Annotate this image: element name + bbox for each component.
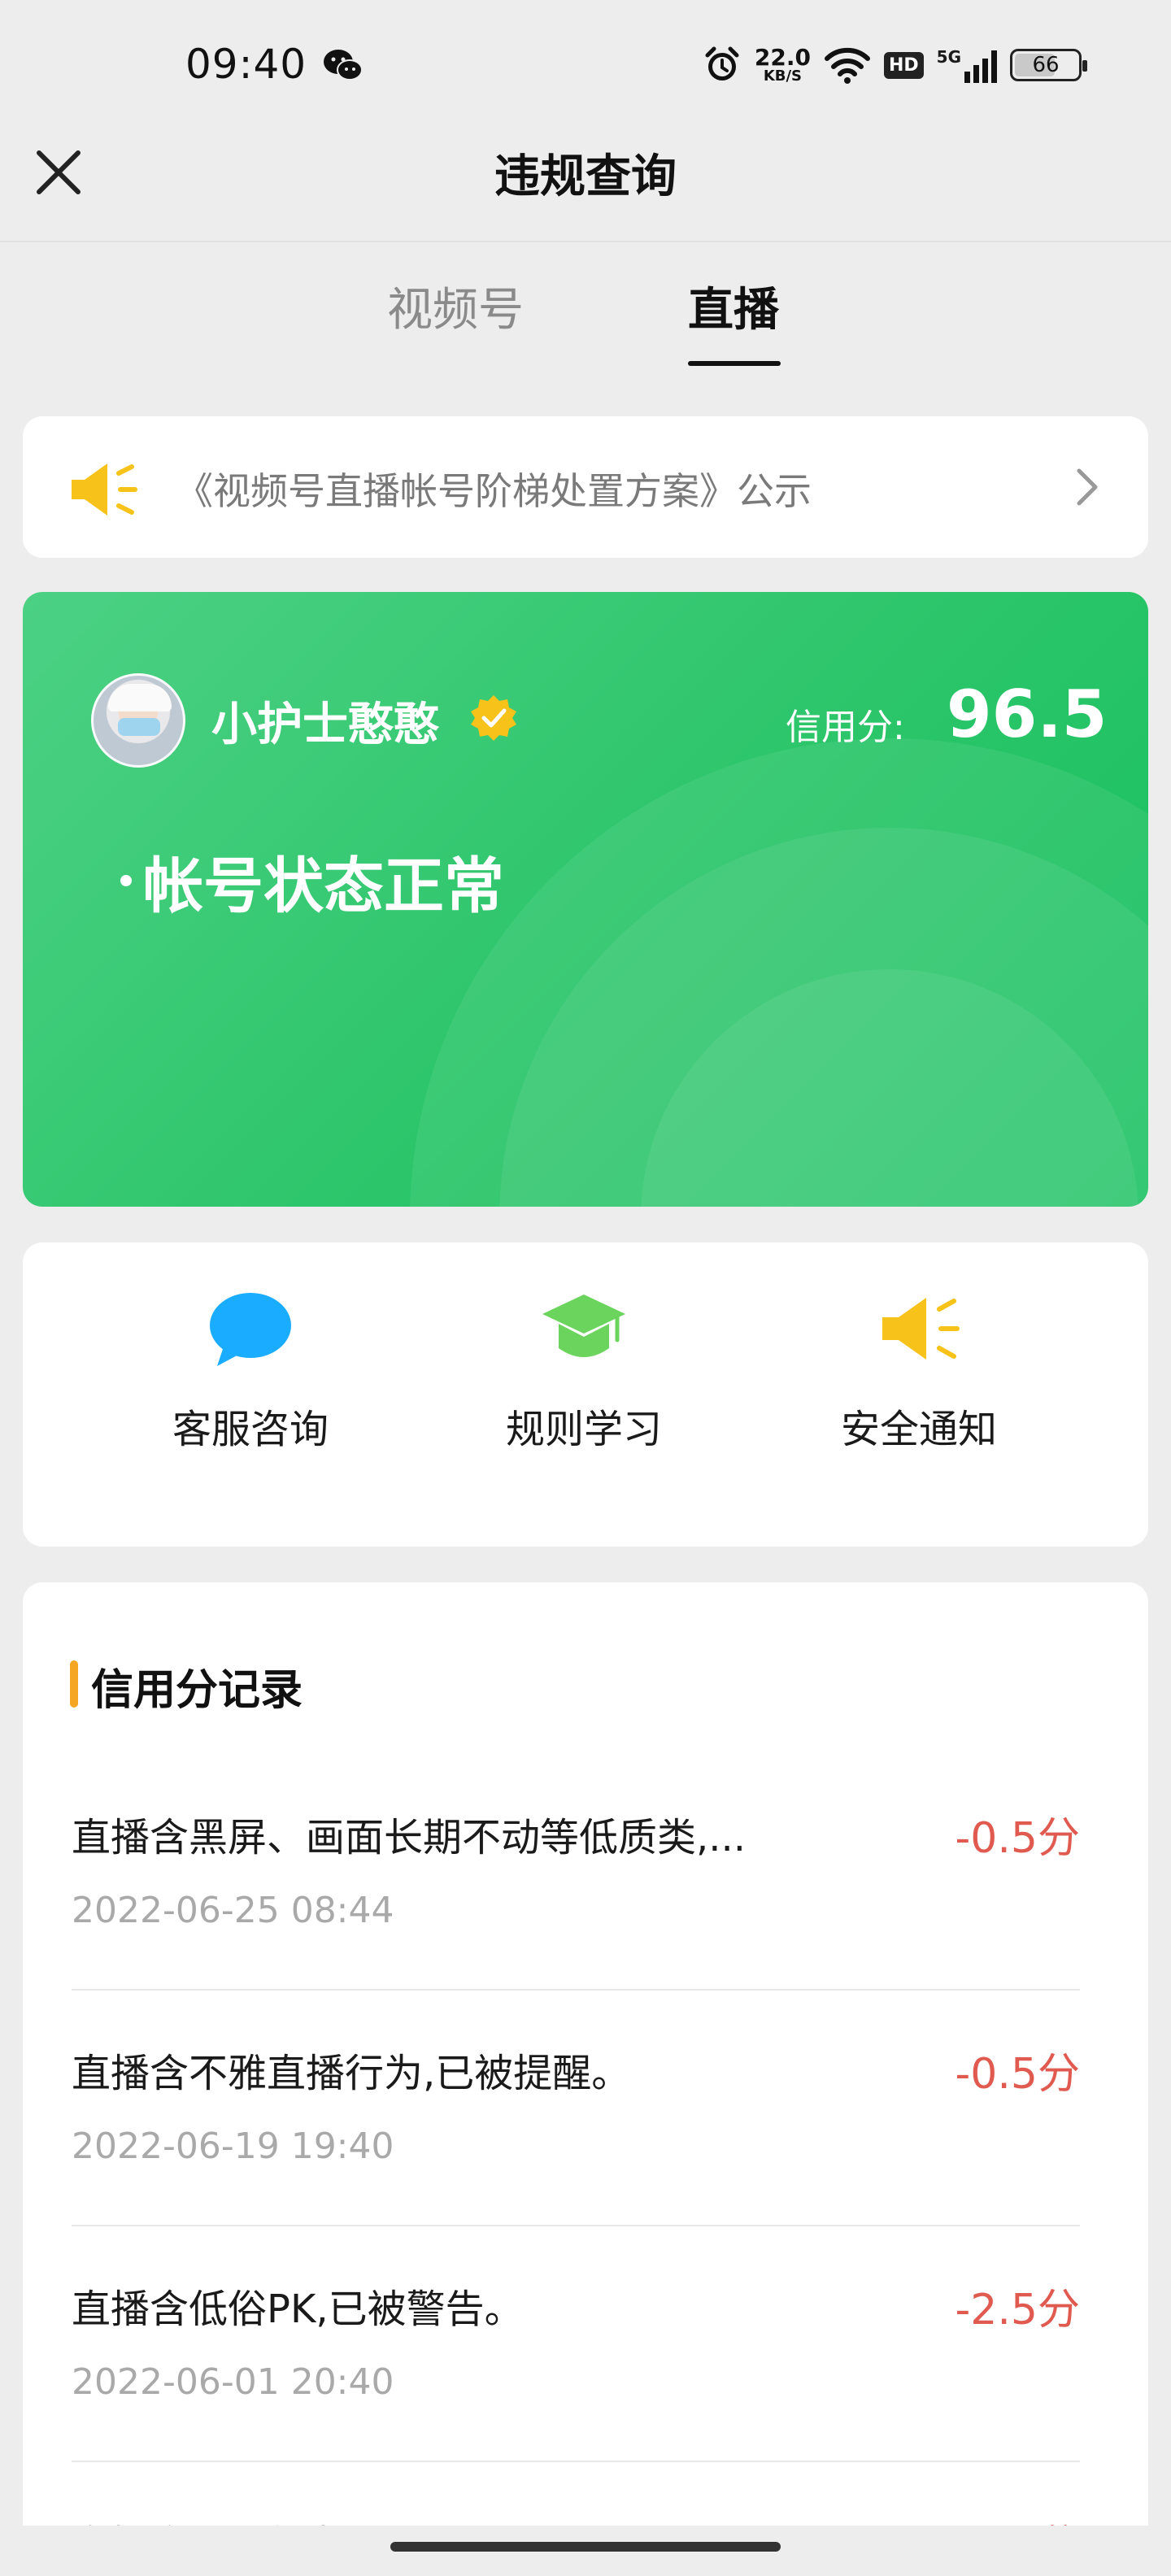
chevron-right-icon bbox=[1077, 468, 1098, 506]
record-description: 直播含黑屏、画面长期不动等低质类,... bbox=[72, 1815, 747, 1860]
chat-bubble-icon bbox=[210, 1293, 291, 1366]
wifi-icon bbox=[824, 47, 870, 84]
status-bar: 09:40 22.0 KB/S HD 5G 66 bbox=[0, 0, 1171, 122]
tab-bar: 视频号 直播 bbox=[0, 244, 1171, 374]
quick-actions: 客服咨询 规则学习 安全通知 bbox=[23, 1242, 1148, 1547]
signal-bar bbox=[973, 65, 979, 83]
net-speed: 22.0 KB/S bbox=[754, 44, 811, 85]
signal-bar bbox=[964, 72, 970, 83]
record-points: -2.5分 bbox=[955, 2286, 1080, 2334]
username: 小护士憨憨 bbox=[211, 698, 439, 751]
battery-icon: 66 bbox=[1010, 49, 1087, 81]
divider bbox=[0, 241, 1171, 242]
account-status: 帐号状态正常 bbox=[120, 838, 504, 925]
record-item[interactable]: 直播含不雅直播行为,已被提醒。 -0.5分 2022-06-19 19:40 bbox=[72, 1992, 1080, 2226]
credit-score-value: 96.5 bbox=[947, 677, 1108, 752]
record-time: 2022-06-25 08:44 bbox=[72, 1890, 394, 1931]
record-description: 直播含低俗PK,已被警告。 bbox=[72, 2287, 524, 2332]
policy-notice-banner[interactable]: 《视频号直播帐号阶梯处置方案》公示 bbox=[23, 416, 1148, 558]
alarm-icon bbox=[705, 46, 739, 80]
customer-service-button[interactable]: 客服咨询 bbox=[128, 1288, 372, 1454]
tab-video-account[interactable]: 视频号 bbox=[387, 273, 524, 339]
heading-accent-bar bbox=[70, 1660, 78, 1708]
graduation-cap-icon bbox=[542, 1295, 625, 1357]
title-bar: 违规查询 bbox=[0, 122, 1171, 244]
record-points: -0.5分 bbox=[955, 2050, 1080, 2099]
safety-notice-button[interactable]: 安全通知 bbox=[797, 1288, 1041, 1454]
action-label: 客服咨询 bbox=[172, 1407, 329, 1452]
credit-score-card: 小护士憨憨 信用分: 96.5 帐号状态正常 bbox=[23, 592, 1148, 1207]
divider bbox=[72, 2225, 1080, 2226]
notice-text: 《视频号直播帐号阶梯处置方案》公示 bbox=[176, 469, 812, 513]
records-heading: 信用分记录 bbox=[91, 1666, 303, 1715]
record-points: -0.5分 bbox=[955, 1814, 1080, 1863]
status-icons: 22.0 KB/S HD 5G 66 bbox=[703, 42, 1087, 88]
record-time: 2022-06-19 19:40 bbox=[72, 2126, 394, 2167]
wechat-icon bbox=[324, 50, 363, 80]
status-time: 09:40 bbox=[185, 41, 307, 88]
hd-badge: HD bbox=[883, 51, 924, 79]
record-item[interactable]: 直播含低俗PK,已被警告。 -2.5分 2022-06-01 20:40 bbox=[72, 2228, 1080, 2462]
score-label: 信用分: bbox=[786, 707, 905, 748]
speaker-icon bbox=[882, 1298, 960, 1360]
signal-bar bbox=[982, 59, 988, 83]
record-description: 直播含不雅直播行为,已被提醒。 bbox=[72, 2051, 631, 2096]
action-label: 安全通知 bbox=[840, 1407, 997, 1452]
active-tab-indicator bbox=[688, 361, 781, 366]
record-time: 2022-06-01 20:40 bbox=[72, 2361, 394, 2403]
page-title: 违规查询 bbox=[494, 150, 677, 203]
home-indicator[interactable] bbox=[390, 2542, 781, 2552]
divider bbox=[72, 1989, 1080, 1991]
signal-bar bbox=[991, 50, 997, 83]
speaker-icon bbox=[72, 463, 137, 516]
avatar[interactable] bbox=[91, 673, 185, 768]
signal-indicator: 5G bbox=[937, 47, 997, 83]
action-label: 规则学习 bbox=[505, 1407, 662, 1452]
tab-live[interactable]: 直播 bbox=[688, 273, 779, 339]
record-item[interactable]: 直播含黑屏、画面长期不动等低质类,... -0.5分 2022-06-25 08… bbox=[72, 1756, 1080, 1991]
verified-badge-icon bbox=[471, 695, 516, 741]
rules-learning-button[interactable]: 规则学习 bbox=[462, 1288, 706, 1454]
divider bbox=[72, 2461, 1080, 2462]
